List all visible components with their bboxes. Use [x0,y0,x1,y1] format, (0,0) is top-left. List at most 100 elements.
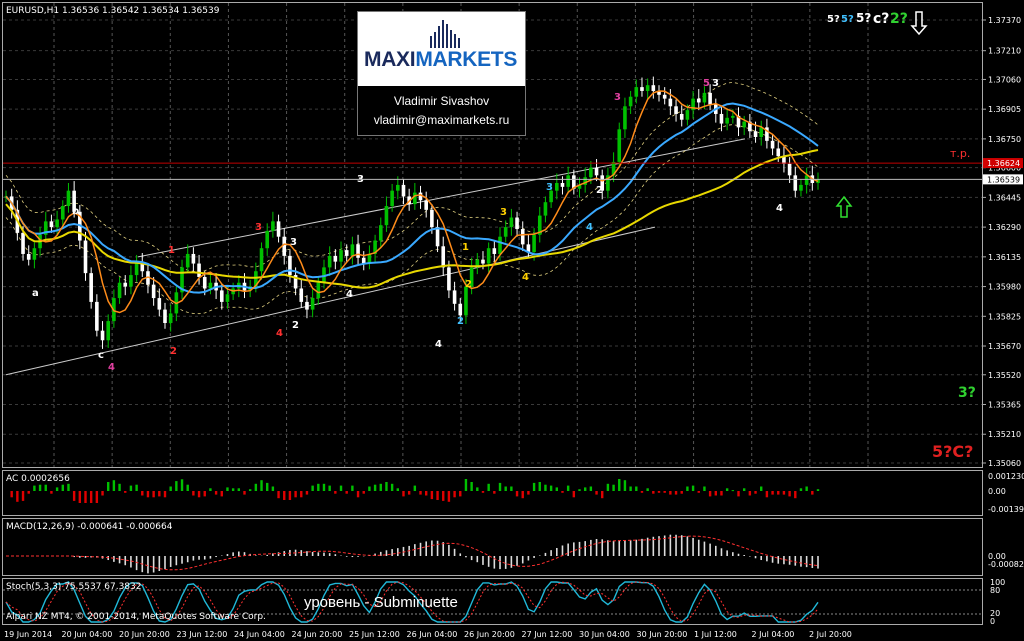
candle-body [208,282,213,289]
ac-bar [487,483,490,491]
candle-body [458,303,463,316]
candle-body [66,190,71,207]
candle-body [339,250,343,262]
candle-body [532,234,536,253]
ac-panel [2,470,983,516]
wave-mark: a [32,288,39,299]
ac-bar [493,491,496,494]
ac-bar [606,483,610,491]
ac-bar [107,482,110,491]
ac-bar [38,484,42,491]
ac-bar [669,491,672,495]
wave-mark: 2 [596,185,603,196]
ac-bar [589,486,593,491]
ac-tick-label: -0.001394 [988,505,1024,514]
ac-bar [231,488,235,491]
candle-body [390,190,394,207]
candle-body [123,282,128,287]
ac-bar [629,486,632,491]
ac-bar [680,491,683,494]
candle-body [662,94,667,99]
ac-bar [442,491,445,501]
ac-bar [595,491,598,495]
candle-body [560,183,565,187]
candle-body [95,301,99,331]
ac-bar [663,491,666,493]
ac-bar [373,484,377,491]
candle-body [316,282,321,299]
candle-body [129,275,133,287]
candle-body [589,167,593,178]
time-tick-label: 26 Jun 04:00 [407,630,458,639]
logo-brand: MAXIMARKETS [364,48,518,71]
ac-bar [362,491,365,494]
ac-bar [248,489,252,491]
price-tick-label: 1.35365 [988,401,1021,410]
ac-bar [816,489,820,491]
ac-bar [618,479,621,491]
ac-bar [220,491,223,497]
symbol-info: EURUSD,H1 1.36536 1.36542 1.36534 1.3653… [6,6,220,16]
candle-body [430,209,434,228]
candle-body [719,113,724,124]
ac-bar [737,491,740,497]
candle-body [623,106,627,130]
wave-5c-label: 5?C? [932,442,973,461]
candle-body [350,244,355,256]
ac-bar [21,491,25,501]
top-label-4: c? [873,11,889,27]
candle-body [543,202,548,216]
ac-bar [532,482,536,491]
candle-body [594,167,599,176]
top-label-2: 5? [841,14,854,25]
ac-bar [163,491,167,498]
ac-bar [572,491,576,498]
stoch-tick-label: 0 [990,617,995,626]
candle-body [793,175,798,191]
ac-bar [686,486,689,491]
wave-mark: 5 [703,78,710,89]
candle-body [327,255,332,268]
candle-body [83,240,88,274]
ac-bar [396,488,400,491]
ac-bar [95,491,99,503]
ac-bar [266,482,269,491]
ac-bar [527,491,530,495]
price-tick-label: 1.36290 [988,223,1021,232]
candle-body [435,227,440,247]
ac-bar [328,485,331,491]
ac-bar [640,491,644,493]
ac-bar [742,488,746,491]
ac-bar [691,485,695,491]
price-tick-label: 1.36445 [988,193,1021,202]
candle-body [55,219,59,228]
ac-bar [708,491,712,497]
wave-mark: 1 [462,242,469,253]
time-tick-label: 27 Jun 12:00 [522,630,573,639]
candle-body [776,148,781,157]
ac-bar [180,479,184,491]
candle-body [276,221,281,237]
candle-body [753,131,758,137]
candle-body [742,121,746,128]
ac-bar [748,491,752,496]
candle-body [185,253,190,268]
top-label-3: 5? [856,11,871,25]
ac-bar [459,491,462,497]
ac-bar [203,491,206,497]
ac-bar [141,491,144,496]
ac-bar [385,482,388,491]
candle-body [21,232,25,254]
ac-bar [674,491,678,495]
time-tick-label: 20 Jun 04:00 [62,630,113,639]
ac-bar [561,491,564,493]
time-tick-label: 23 Jun 12:00 [177,630,228,639]
ac-bar [720,491,723,496]
candle-body [770,140,775,149]
ac-bar [498,482,502,491]
price-tick-label: 1.37370 [988,16,1021,25]
candle-body [634,87,639,97]
wave-mark: 3 [290,237,297,248]
ac-bar [652,491,655,494]
candle-body [32,248,37,260]
